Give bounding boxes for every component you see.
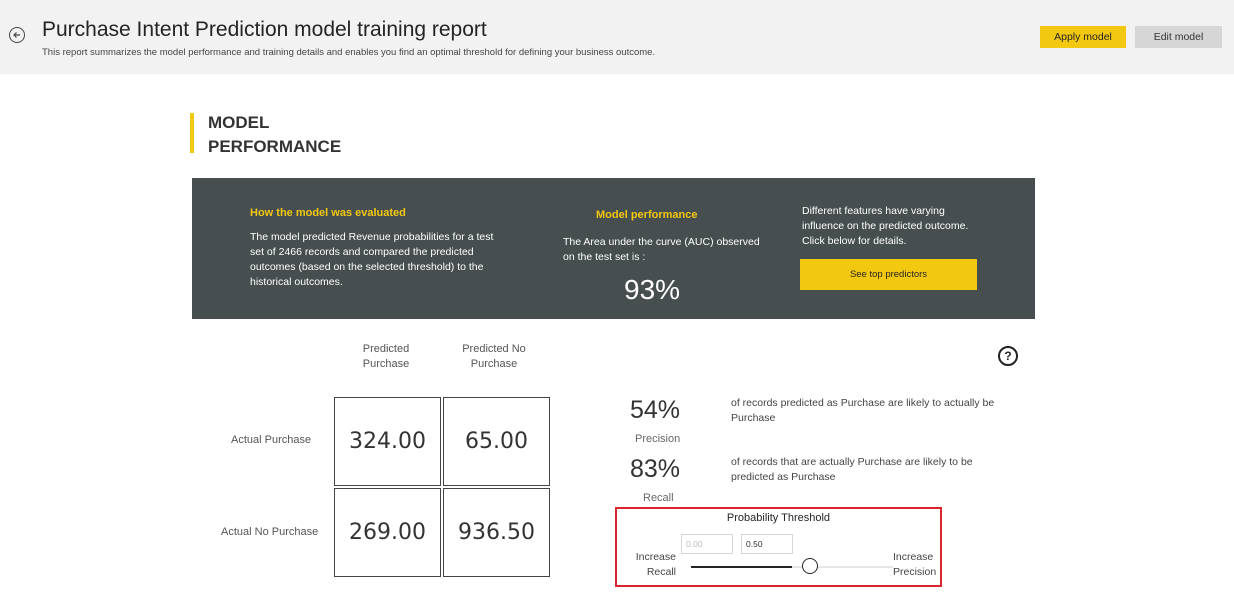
threshold-slider-fill <box>691 566 792 568</box>
col-header-predicted-no-purchase: Predicted No Purchase <box>462 343 526 370</box>
see-top-predictors-button[interactable]: See top predictors <box>800 259 977 290</box>
recall-value: 83% <box>630 455 681 483</box>
col-header-predicted-purchase: Predicted Purchase <box>362 343 410 370</box>
help-circle-icon[interactable]: ? <box>998 346 1018 366</box>
threshold-value-input[interactable]: 0.50 <box>741 534 793 554</box>
edit-model-button[interactable]: Edit model <box>1135 26 1222 48</box>
row-header-actual-no-purchase: Actual No Purchase <box>221 526 319 538</box>
increase-precision-label: Increase Precision <box>893 551 937 578</box>
recall-label: Recall <box>643 492 674 504</box>
apply-model-button[interactable]: Apply model <box>1040 26 1126 48</box>
back-arrow-icon[interactable] <box>9 27 25 43</box>
model-summary-panel: How the model was evaluated The model pr… <box>192 178 1035 319</box>
recall-description: of records that are actually Purchase ar… <box>731 456 973 483</box>
report-header: Purchase Intent Prediction model trainin… <box>0 0 1234 74</box>
matrix-cell-true-positive: 324.00 <box>334 397 441 486</box>
threshold-min-input[interactable]: 0.00 <box>681 534 733 554</box>
probability-threshold-panel: Probability Threshold 0.00 0.50 Increase… <box>615 507 942 587</box>
matrix-cell-false-negative: 65.00 <box>443 397 550 486</box>
precision-value: 54% <box>630 396 681 424</box>
threshold-slider-track[interactable] <box>691 566 893 568</box>
features-text: Different features have varying influenc… <box>802 205 969 247</box>
row-header-actual-purchase: Actual Purchase <box>231 434 312 446</box>
evaluated-heading: How the model was evaluated <box>250 207 406 219</box>
performance-heading: Model performance <box>596 209 698 221</box>
matrix-cell-true-negative: 936.50 <box>443 488 550 577</box>
page-subtitle: This report summarizes the model perform… <box>42 47 656 58</box>
threshold-title: Probability Threshold <box>726 512 831 524</box>
page-title: Purchase Intent Prediction model trainin… <box>42 18 487 41</box>
threshold-slider-handle[interactable] <box>802 558 818 574</box>
section-title: MODEL PERFORMANCE <box>208 113 342 156</box>
evaluated-text: The model predicted Revenue probabilitie… <box>250 231 494 288</box>
section-accent-bar <box>190 113 194 153</box>
precision-description: of records predicted as Purchase are lik… <box>731 397 995 424</box>
matrix-cell-false-positive: 269.00 <box>334 488 441 577</box>
performance-text: The Area under the curve (AUC) observed … <box>563 236 760 263</box>
precision-label: Precision <box>635 433 681 445</box>
increase-recall-label: Increase Recall <box>635 551 676 578</box>
auc-value: 93% <box>624 274 681 305</box>
